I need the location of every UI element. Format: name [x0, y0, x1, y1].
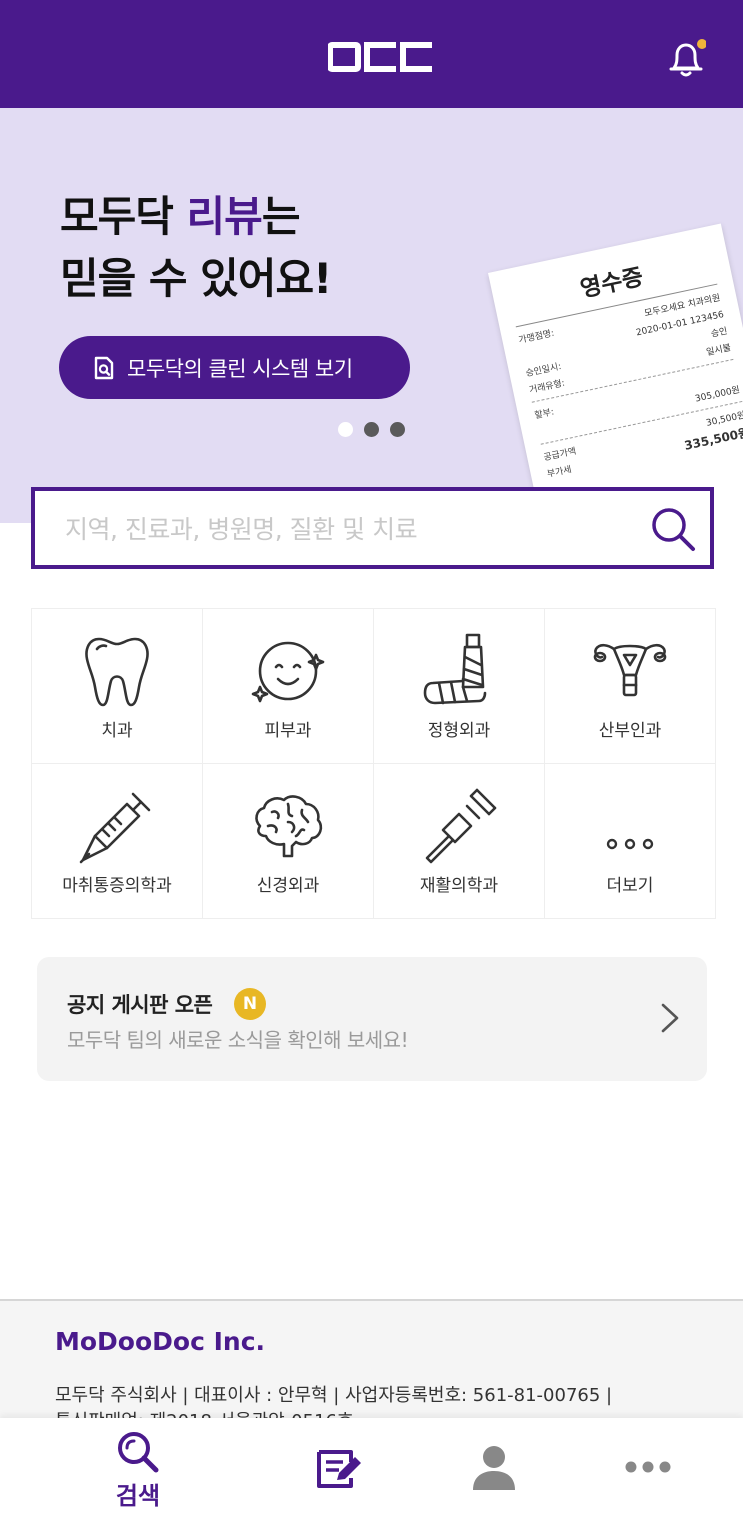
- carousel-dot-1[interactable]: [338, 422, 353, 437]
- notice-card[interactable]: 공지 게시판 오픈 N 모두닥 팀의 새로운 소식을 확인해 보세요!: [37, 957, 707, 1081]
- notice-subtitle: 모두닥 팀의 새로운 소식을 확인해 보세요!: [67, 1028, 409, 1052]
- department-dermatology[interactable]: 피부과: [203, 609, 374, 764]
- department-orthopedics[interactable]: 정형외과: [374, 609, 545, 764]
- department-label: 재활의학과: [419, 876, 499, 896]
- department-anesthesiology[interactable]: 마취통증의학과: [32, 764, 203, 919]
- face-sparkle-icon: [251, 641, 325, 703]
- brain-icon: [255, 795, 323, 858]
- carousel-dot-3[interactable]: [390, 422, 405, 437]
- clean-system-button[interactable]: 모두닥의 클린 시스템 보기: [59, 336, 410, 399]
- department-grid: 치과 피부과 정형외과 산부인과 마취통증의학과 신경외과 재활의학과 더보기: [31, 608, 716, 919]
- nav-write-review[interactable]: [279, 1418, 399, 1522]
- search-bar[interactable]: [31, 487, 714, 569]
- write-review-icon: [317, 1450, 361, 1488]
- footer-company-name: MoDooDoc Inc.: [55, 1327, 266, 1356]
- uterus-icon: [593, 643, 667, 697]
- more-icon: [625, 1461, 671, 1473]
- nav-more[interactable]: [588, 1418, 708, 1522]
- notification-dot: [697, 39, 706, 49]
- department-dentistry[interactable]: 치과: [32, 609, 203, 764]
- cast-arm-icon: [423, 633, 487, 705]
- carousel-indicator[interactable]: [338, 422, 405, 437]
- department-rehabilitation[interactable]: 재활의학과: [374, 764, 545, 919]
- clean-system-button-label: 모두닥의 클린 시스템 보기: [127, 356, 353, 381]
- department-label: 신경외과: [256, 876, 320, 896]
- app-header: [0, 0, 743, 108]
- department-more[interactable]: 더보기: [545, 764, 716, 919]
- nav-profile[interactable]: [434, 1418, 554, 1522]
- department-obgyn[interactable]: 산부인과: [545, 609, 716, 764]
- department-label: 마취통증의학과: [62, 876, 172, 896]
- carousel-dot-2[interactable]: [364, 422, 379, 437]
- app-logo[interactable]: [328, 42, 434, 72]
- profile-icon: [473, 1446, 515, 1490]
- hero-title-accent: 리뷰: [186, 192, 263, 241]
- hero-banner[interactable]: 모두닥 리뷰는 믿을 수 있어요! 모두닥의 클린 시스템 보기 영수증 가맹점…: [0, 108, 743, 523]
- notice-title: 공지 게시판 오픈: [67, 993, 213, 1017]
- hero-title: 모두닥 리뷰는 믿을 수 있어요!: [60, 192, 332, 303]
- hero-title-line2: 믿을 수 있어요!: [60, 254, 332, 303]
- search-icon[interactable]: [649, 505, 697, 553]
- department-label: 산부인과: [598, 721, 662, 741]
- crutch-icon: [425, 788, 497, 864]
- department-label: 피부과: [264, 721, 312, 741]
- receipt-illustration: 영수증 가맹점명: 모두오세요 치과의원 2020-01-01 123456 승인…: [488, 223, 743, 523]
- new-badge: N: [234, 988, 266, 1020]
- search-icon: [118, 1432, 159, 1473]
- more-dots-icon: [606, 838, 654, 850]
- document-search-icon: [94, 356, 114, 379]
- tooth-icon: [85, 637, 149, 707]
- chevron-right-icon: [661, 1003, 679, 1033]
- department-label: 치과: [101, 721, 133, 741]
- nav-search[interactable]: 검색: [78, 1418, 198, 1522]
- department-neurosurgery[interactable]: 신경외과: [203, 764, 374, 919]
- nav-search-label: 검색: [115, 1482, 161, 1510]
- syringe-icon: [79, 792, 151, 864]
- department-label: 더보기: [606, 876, 654, 896]
- department-label: 정형외과: [427, 721, 491, 741]
- bottom-navigation: 검색: [0, 1418, 743, 1522]
- notification-bell-icon[interactable]: [666, 38, 706, 80]
- search-input[interactable]: [65, 509, 625, 549]
